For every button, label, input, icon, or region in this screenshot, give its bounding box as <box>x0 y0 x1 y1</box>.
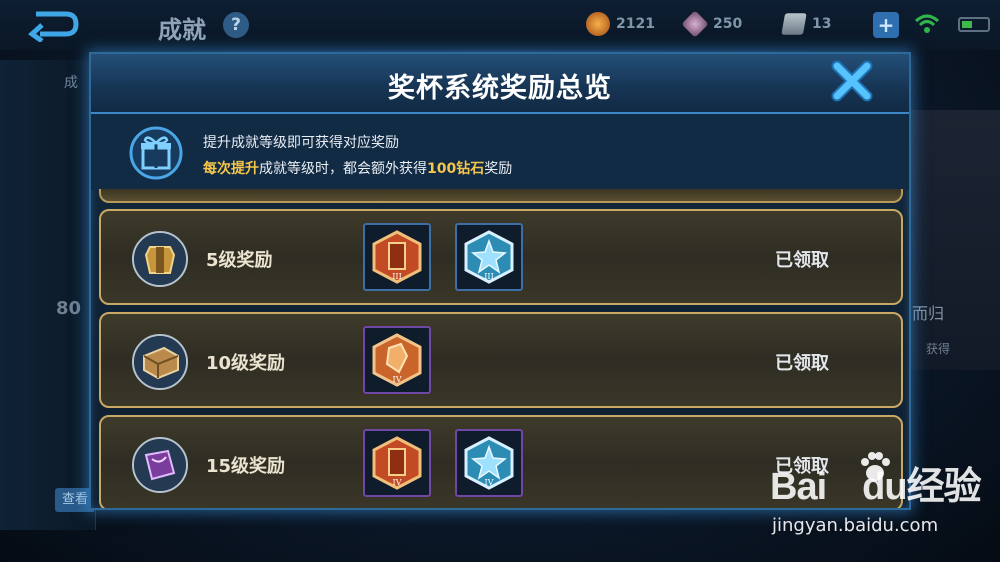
blue-star-badge-icon[interactable]: III <box>455 223 523 291</box>
info-text-line2: 每次提升成就等级时，都会额外获得100钻石奖励 <box>203 158 512 178</box>
purple-book-icon <box>132 437 188 493</box>
background-right-text: 而归 <box>912 304 945 323</box>
gold-coin-icon <box>586 12 610 36</box>
svg-text:IV: IV <box>393 478 402 487</box>
page-title: 成就 <box>158 16 206 44</box>
info-highlight-1: 每次提升 <box>203 161 259 177</box>
battery-icon <box>958 17 990 32</box>
info-highlight-2: 100钻石 <box>427 161 485 177</box>
coupon-value: 13 <box>812 16 832 32</box>
coupon-counter: 13 <box>781 12 832 36</box>
diamond-counter: 250 <box>681 10 743 38</box>
crystal-badge-icon[interactable]: IV <box>363 326 431 394</box>
info-banner: 提升成就等级即可获得对应奖励 每次提升成就等级时，都会额外获得100钻石奖励 <box>91 114 909 190</box>
svg-text:IV: IV <box>393 375 402 384</box>
red-shield-badge-icon[interactable]: III <box>363 223 431 291</box>
diamond-icon <box>681 10 709 38</box>
reward-level-label: 5级奖励 <box>206 250 273 271</box>
svg-text:III: III <box>484 272 493 281</box>
gift-icon <box>129 126 183 180</box>
dialog-header: 奖杯系统奖励总览 <box>91 54 909 114</box>
top-bar <box>0 0 1000 50</box>
gold-value: 2121 <box>616 16 655 32</box>
rewards-overview-dialog: 奖杯系统奖励总览 提升成就等级即可获得对应奖励 每次提升成就等级时，都会额外获得… <box>89 52 911 510</box>
reward-level-label: 10级奖励 <box>206 353 286 374</box>
gold-counter: 2121 <box>586 12 655 36</box>
wifi-icon <box>914 14 940 33</box>
reward-row: 10级奖励 IV 已领取 <box>99 312 903 408</box>
reward-status: 已领取 <box>775 250 829 271</box>
background-left-number: 80 <box>56 298 82 319</box>
add-currency-button[interactable]: + <box>873 12 899 38</box>
background-left-panel <box>0 60 96 530</box>
help-icon[interactable]: ? <box>223 12 249 38</box>
reward-status: 已领取 <box>775 353 829 374</box>
svg-text:III: III <box>392 272 401 281</box>
reward-row: 5级奖励 III III 已领取 <box>99 209 903 305</box>
previous-row-edge <box>99 189 903 203</box>
background-left-label: 成 <box>64 75 78 91</box>
watermark-url: jingyan.baidu.com <box>772 515 939 536</box>
background-right-panel <box>910 110 1000 370</box>
reward-level-label: 15级奖励 <box>206 456 286 477</box>
watermark-logo-a: Bai <box>770 466 827 508</box>
back-arrow-icon[interactable] <box>26 8 82 42</box>
golden-armor-icon <box>132 231 188 287</box>
background-right-subtext: 获得 <box>926 342 951 356</box>
info-text-4: 奖励 <box>484 161 513 177</box>
red-shield-badge-icon[interactable]: IV <box>363 429 431 497</box>
blue-star-badge-icon[interactable]: IV <box>455 429 523 497</box>
dialog-title: 奖杯系统奖励总览 <box>388 73 612 104</box>
paw-icon <box>861 452 890 481</box>
diamond-value: 250 <box>713 16 743 32</box>
wooden-chest-icon <box>132 334 188 390</box>
info-text-line1: 提升成就等级即可获得对应奖励 <box>203 135 399 151</box>
watermark-logo-c: 经验 <box>906 466 982 508</box>
close-icon[interactable] <box>829 58 875 104</box>
coupon-icon <box>781 13 807 35</box>
svg-text:IV: IV <box>485 478 494 487</box>
info-text-2: 成就等级时，都会额外获得 <box>259 161 427 177</box>
